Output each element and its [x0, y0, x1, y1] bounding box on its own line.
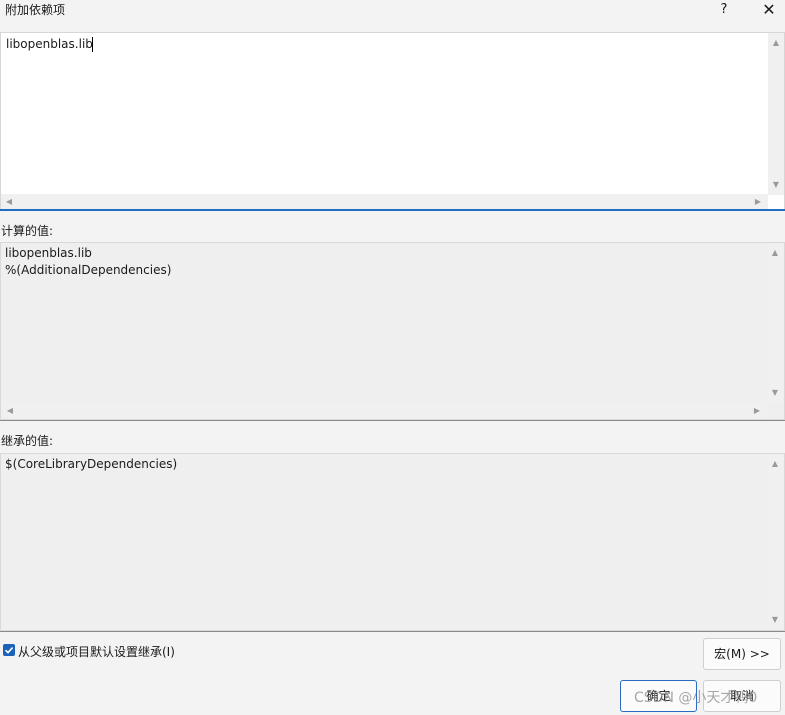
- scroll-down-arrow-icon[interactable]: ▼: [770, 181, 782, 189]
- inherited-values-box: $(CoreLibraryDependencies) ▲ ▼: [0, 453, 785, 631]
- scroll-up-arrow-icon[interactable]: ▲: [769, 460, 781, 468]
- scroll-up-arrow-icon[interactable]: ▲: [770, 39, 782, 47]
- computed-line-2: %(AdditionalDependencies): [5, 263, 172, 277]
- scroll-down-arrow-icon[interactable]: ▼: [769, 389, 781, 397]
- editor-focus-underline: [0, 209, 785, 211]
- computed-horizontal-scrollbar[interactable]: ◀ ▶: [1, 403, 767, 419]
- scroll-right-arrow-icon[interactable]: ▶: [751, 407, 763, 415]
- title-bar: [0, 0, 785, 24]
- computed-values-label: 计算的值:: [1, 224, 54, 238]
- additional-dependencies-input[interactable]: libopenblas.lib ▲ ▼ ◀ ▶: [0, 32, 785, 210]
- scroll-left-arrow-icon[interactable]: ◀: [4, 407, 16, 415]
- inherited-values-label: 继承的值:: [1, 434, 54, 448]
- inherit-checkbox[interactable]: [3, 644, 15, 656]
- inherit-checkbox-label[interactable]: 从父级或项目默认设置继承(I): [18, 643, 175, 660]
- scroll-right-arrow-icon[interactable]: ▶: [752, 198, 764, 206]
- close-button[interactable]: ✕: [757, 0, 781, 22]
- inherited-vertical-scrollbar[interactable]: ▲ ▼: [767, 454, 784, 630]
- editor-text: libopenblas.lib: [6, 37, 93, 51]
- editor-vertical-scrollbar[interactable]: ▲ ▼: [768, 33, 784, 195]
- scroll-down-arrow-icon[interactable]: ▼: [769, 616, 781, 624]
- checkmark-icon: [4, 647, 14, 654]
- inherited-divider: [0, 631, 785, 632]
- computed-vertical-scrollbar[interactable]: ▲ ▼: [767, 243, 784, 403]
- computed-line-1: libopenblas.lib: [5, 246, 92, 260]
- computed-values-box: libopenblas.lib %(AdditionalDependencies…: [0, 242, 785, 420]
- text-caret: [92, 37, 93, 52]
- editor-horizontal-scrollbar[interactable]: ◀ ▶: [1, 194, 768, 209]
- scroll-left-arrow-icon[interactable]: ◀: [3, 198, 15, 206]
- help-button[interactable]: ?: [712, 0, 736, 22]
- macro-button[interactable]: 宏(M) >>: [703, 638, 781, 670]
- window-title: 附加依赖项: [5, 3, 66, 17]
- inherited-line-1: $(CoreLibraryDependencies): [5, 457, 178, 471]
- computed-divider: [0, 420, 785, 421]
- csdn-watermark: CSDN @小天才鸭0: [634, 690, 758, 706]
- scroll-up-arrow-icon[interactable]: ▲: [769, 249, 781, 257]
